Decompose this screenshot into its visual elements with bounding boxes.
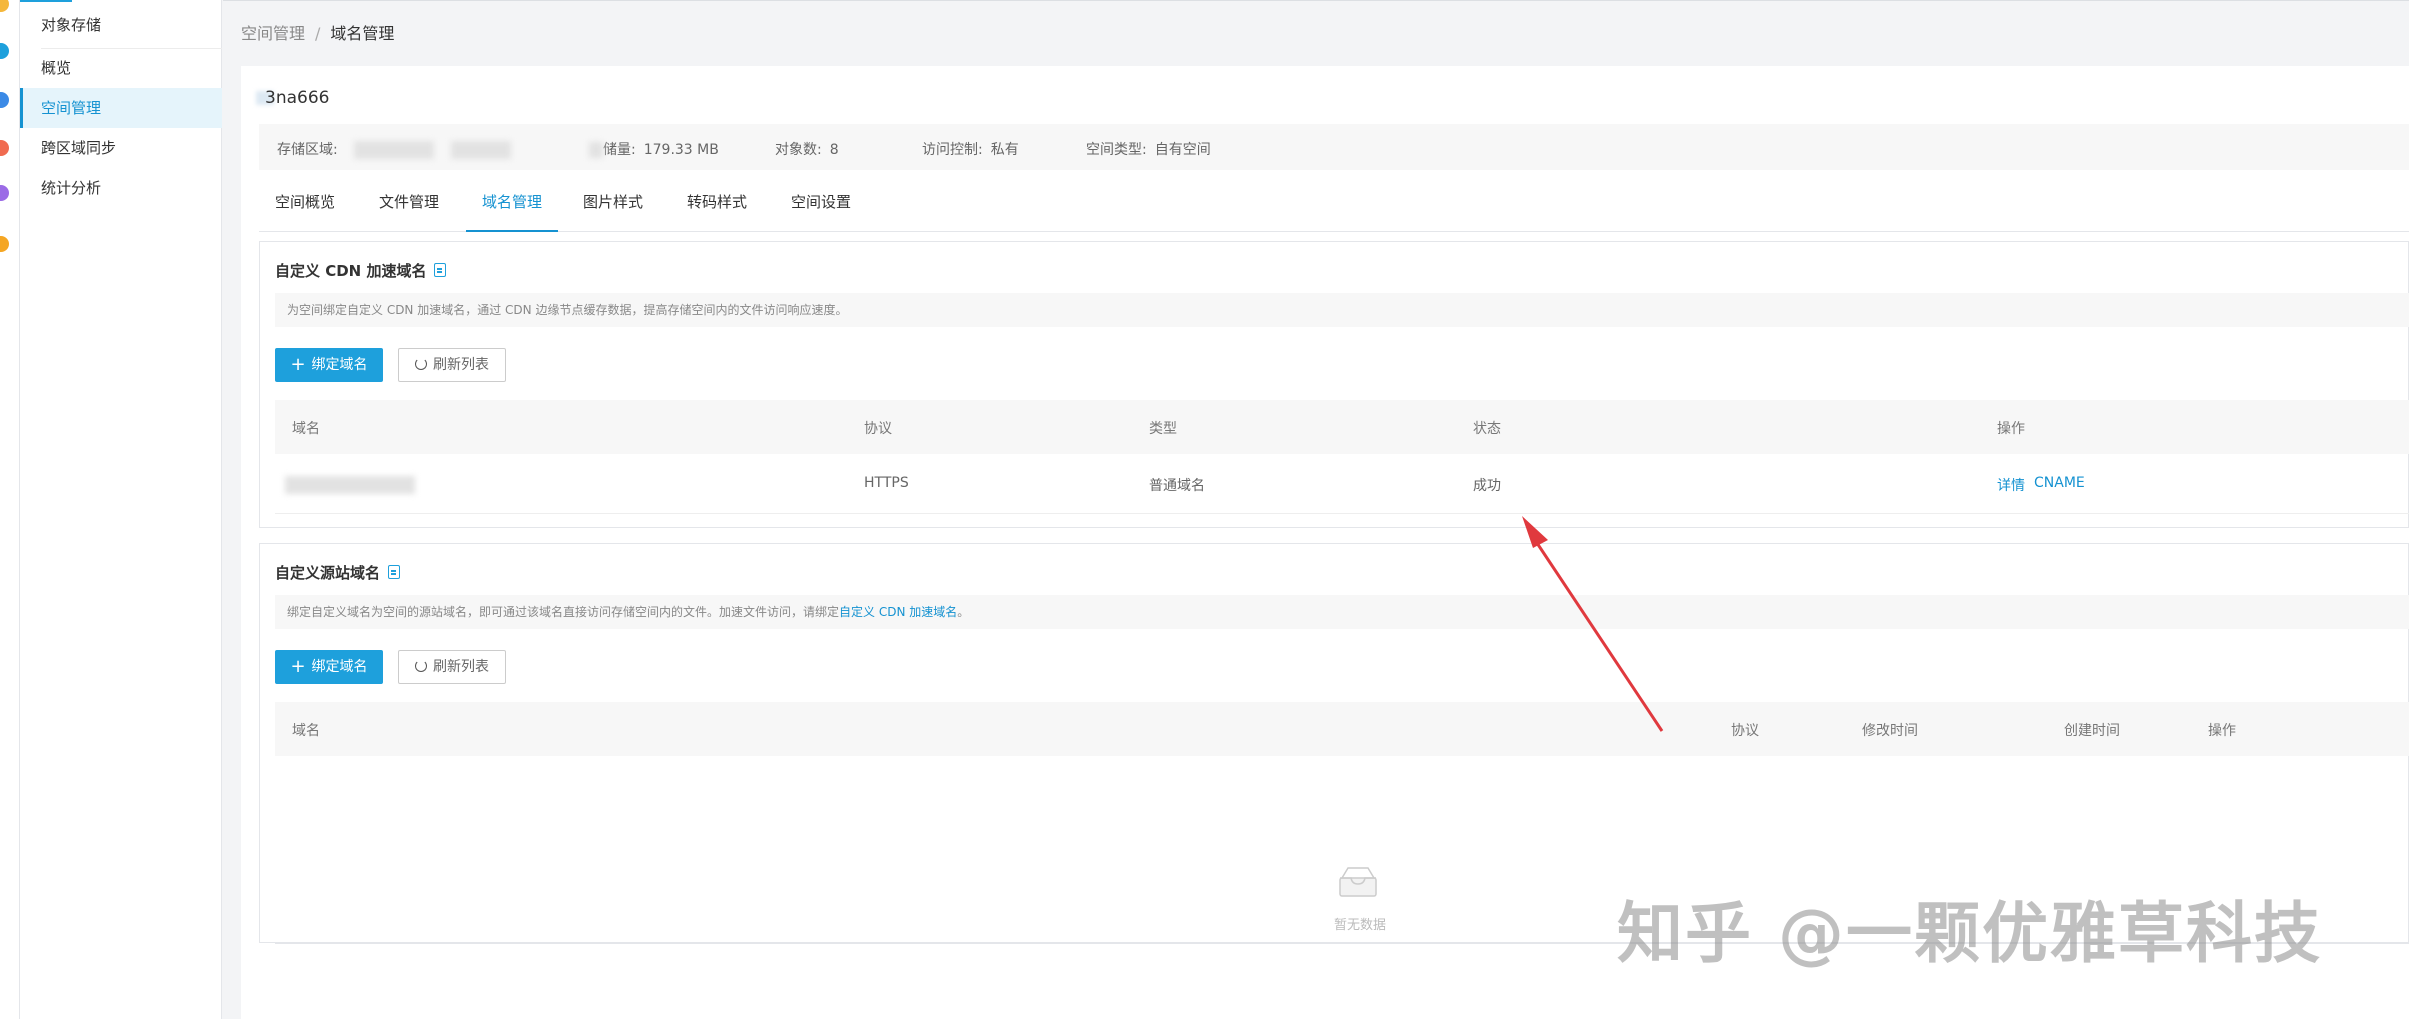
origin-bind-domain-label: 绑定域名: [311, 659, 368, 675]
doc-icon[interactable]: [434, 263, 447, 277]
info-objects: 对象数: 8: [775, 139, 839, 159]
cdn-table-header: 域名 协议 类型 状态 操作: [275, 400, 2409, 454]
origin-th-created: 创建时间: [2064, 723, 2120, 739]
tab-image-styles[interactable]: 图片样式: [567, 184, 659, 232]
storage-label-redacted: [589, 142, 603, 158]
product-icon-purple[interactable]: [0, 185, 9, 201]
tab-space-overview[interactable]: 空间概览: [259, 184, 351, 232]
product-icon-red[interactable]: [0, 140, 9, 156]
tab-bar: 空间概览 文件管理 域名管理 图片样式 转码样式 空间设置: [259, 184, 2409, 232]
main-content: 空间管理 / 域名管理 3na666 存储区域: 储量: 179.33 MB 对象数:…: [223, 0, 2409, 1019]
cdn-domain-section: 自定义 CDN 加速域名 为空间绑定自定义 CDN 加速域名，通过 CDN 边缘…: [259, 241, 2409, 528]
product-icon-blue[interactable]: [0, 43, 9, 59]
app: 对象存储 概览 空间管理 跨区域同步 统计分析 空间管理 / 域名管理 3na666…: [0, 0, 2409, 1019]
cdn-row-type: 普通域名: [1149, 478, 1205, 494]
origin-table-header: 域名 协议 修改时间 创建时间 操作: [275, 702, 2409, 756]
sidebar-item-space-management[interactable]: 空间管理: [20, 88, 222, 128]
tab-file-management[interactable]: 文件管理: [363, 184, 455, 232]
cdn-section-description: 为空间绑定自定义 CDN 加速域名，通过 CDN 边缘节点缓存数据，提高存储空间…: [275, 293, 2409, 327]
region-label: 存储区域:: [277, 142, 338, 158]
table-row: HTTPS 普通域名 成功 详情 CNAME: [275, 454, 2409, 514]
cdn-row-protocol: HTTPS: [864, 475, 909, 491]
bucket-name: 3na666: [265, 88, 330, 108]
plus-icon: +: [290, 354, 306, 375]
origin-bind-domain-button[interactable]: + 绑定域名: [275, 650, 383, 684]
origin-section-title: 自定义源站域名: [275, 562, 401, 583]
top-border: [223, 0, 2409, 1]
storage-label: 储量:: [603, 142, 636, 158]
access-label: 访问控制:: [922, 142, 983, 158]
cdn-row-status: 成功: [1473, 478, 1501, 494]
space-type-value: 自有空间: [1154, 142, 1211, 158]
cdn-section-title: 自定义 CDN 加速域名: [275, 260, 447, 281]
cdn-th-type: 类型: [1149, 421, 1177, 437]
sidebar: 对象存储 概览 空间管理 跨区域同步 统计分析: [20, 0, 222, 1019]
sidebar-top-accent: [20, 0, 72, 2]
product-icon-cloud[interactable]: [0, 92, 9, 108]
origin-th-operations: 操作: [2208, 723, 2236, 739]
objects-value: 8: [829, 142, 839, 158]
sidebar-item-object-storage[interactable]: 对象存储: [20, 5, 222, 45]
tab-space-settings[interactable]: 空间设置: [775, 184, 867, 232]
refresh-icon: [415, 358, 427, 370]
storage-value: 179.33 MB: [643, 142, 719, 158]
origin-desc-cdn-link[interactable]: 自定义 CDN 加速域名: [839, 605, 957, 619]
origin-section-title-text: 自定义源站域名: [275, 564, 381, 582]
origin-section-description: 绑定自定义域名为空间的源站域名，即可通过该域名直接访问存储空间内的文件。加速文件…: [275, 595, 2409, 629]
cdn-th-status: 状态: [1473, 421, 1501, 437]
doc-icon[interactable]: [388, 565, 401, 579]
tab-domain-management[interactable]: 域名管理: [466, 184, 559, 232]
empty-inbox-icon: [1339, 867, 1377, 897]
origin-th-domain: 域名: [292, 723, 320, 739]
origin-th-protocol: 协议: [1731, 723, 1759, 739]
sidebar-item-statistics[interactable]: 统计分析: [20, 168, 222, 208]
cdn-section-title-text: 自定义 CDN 加速域名: [275, 262, 427, 280]
info-region: 存储区域:: [277, 139, 511, 159]
cdn-th-domain: 域名: [292, 421, 320, 437]
cdn-bind-domain-button[interactable]: + 绑定域名: [275, 348, 383, 382]
cdn-row-cname-link[interactable]: CNAME: [2034, 475, 2085, 491]
empty-state-text: 暂无数据: [1334, 918, 1387, 933]
cdn-domain-redacted: [285, 476, 415, 494]
cdn-refresh-list-button[interactable]: 刷新列表: [398, 348, 506, 382]
cdn-row-detail-link[interactable]: 详情: [1997, 475, 2025, 495]
region-value-redacted-2: [450, 141, 511, 159]
space-type-label: 空间类型:: [1086, 142, 1147, 158]
origin-refresh-list-button[interactable]: 刷新列表: [398, 650, 506, 684]
plus-icon: +: [290, 656, 306, 677]
sidebar-item-cross-region-sync[interactable]: 跨区域同步: [20, 128, 222, 168]
origin-desc-prefix: 绑定自定义域名为空间的源站域名，即可通过该域名直接访问存储空间内的文件。加速文件…: [287, 605, 840, 619]
breadcrumb-current: 域名管理: [330, 24, 395, 43]
origin-desc-suffix: 。: [957, 605, 970, 619]
product-icon-strip: [0, 0, 20, 1019]
tab-transcode-styles[interactable]: 转码样式: [671, 184, 763, 232]
origin-th-modified: 修改时间: [1862, 723, 1918, 739]
cdn-bind-domain-label: 绑定域名: [311, 357, 368, 373]
watermark-text: 知乎 @一颗优雅草科技: [1617, 895, 2322, 972]
region-value-redacted: [354, 141, 435, 159]
refresh-icon: [415, 660, 427, 672]
info-storage: 储量: 179.33 MB: [589, 139, 719, 159]
access-value: 私有: [990, 142, 1019, 158]
cdn-th-protocol: 协议: [864, 421, 892, 437]
bucket-info-bar: 存储区域: 储量: 179.33 MB 对象数: 8 访问控制: 私有 空间类型: 自有…: [259, 124, 2409, 170]
breadcrumb: 空间管理 / 域名管理: [241, 20, 394, 44]
objects-label: 对象数:: [775, 142, 822, 158]
product-icon-yellow[interactable]: [0, 236, 9, 252]
cdn-refresh-list-label: 刷新列表: [433, 357, 489, 373]
info-space-type: 空间类型: 自有空间: [1086, 139, 1211, 159]
bucket-panel: 3na666 存储区域: 储量: 179.33 MB 对象数: 8 访问控制: 私有: [241, 66, 2409, 1019]
breadcrumb-parent[interactable]: 空间管理: [241, 24, 305, 43]
cdn-th-operations: 操作: [1997, 421, 2025, 437]
origin-refresh-list-label: 刷新列表: [433, 659, 489, 675]
product-icon-orange[interactable]: [0, 0, 9, 12]
info-access: 访问控制: 私有: [922, 139, 1019, 159]
breadcrumb-separator: /: [315, 24, 321, 43]
sidebar-item-overview[interactable]: 概览: [20, 48, 222, 88]
